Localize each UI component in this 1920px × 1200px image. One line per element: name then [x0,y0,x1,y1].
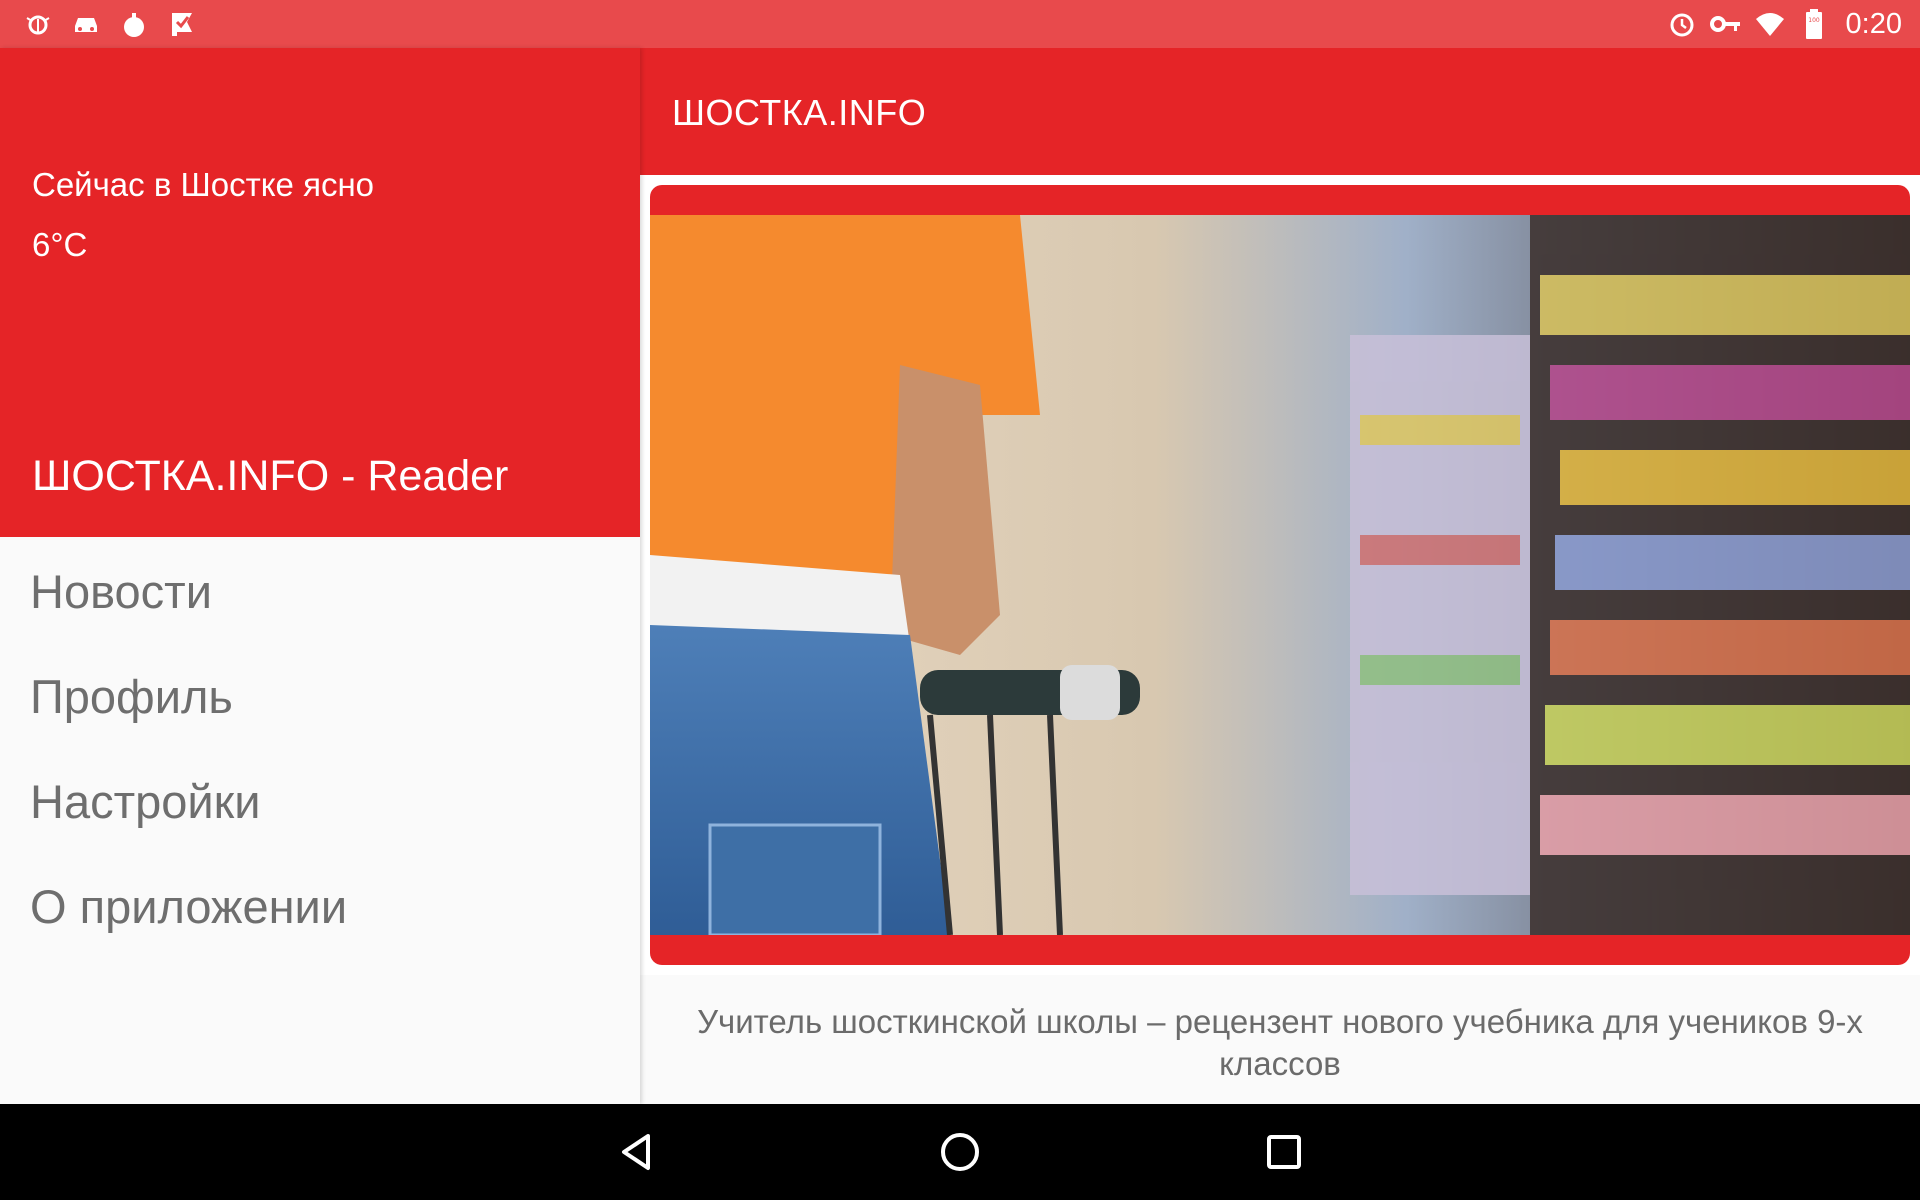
status-bar: 100 0:20 [0,0,1920,48]
news-headline[interactable]: Учитель шосткинской школы – рецензент но… [646,1001,1914,1085]
bomb-icon [118,8,150,40]
recents-icon[interactable] [1260,1128,1308,1176]
drawer-header: Сейчас в Шостке ясно 6°C ШОСТКА.INFO - R… [0,48,640,537]
navigation-drawer: Сейчас в Шостке ясно 6°C ШОСТКА.INFO - R… [0,48,640,1104]
news-feed[interactable]: Учитель шосткинской школы – рецензент но… [640,175,1920,1104]
clock: 0:20 [1845,8,1902,40]
wifi-icon [1754,8,1786,40]
alarm-icon [1666,8,1698,40]
home-icon[interactable] [936,1128,984,1176]
weather-text: Сейчас в Шостке ясно [32,166,375,203]
key-icon [1709,8,1742,40]
menu-item-settings[interactable]: Настройки [30,774,260,829]
menu-item-profile[interactable]: Профиль [30,669,233,724]
app-name: ШОСТКА.INFO - Reader [32,452,509,500]
news-card-image[interactable] [650,215,1910,935]
bug-icon [22,8,54,40]
menu-item-about[interactable]: О приложении [30,879,347,934]
news-card[interactable] [650,185,1910,965]
toolbar-title: ШОСТКА.INFO [672,92,927,133]
car-icon [70,8,102,40]
battery-icon: 100 [1798,8,1830,40]
system-nav-bar [0,1104,1920,1200]
battery-level-text: 100 [1808,17,1820,24]
notification-icons [22,8,198,40]
system-icons: 100 0:20 [1666,8,1902,40]
check-flag-icon [166,8,198,40]
weather-temperature: 6°C [32,226,88,263]
back-icon[interactable] [612,1128,660,1176]
menu-item-news[interactable]: Новости [30,564,212,619]
